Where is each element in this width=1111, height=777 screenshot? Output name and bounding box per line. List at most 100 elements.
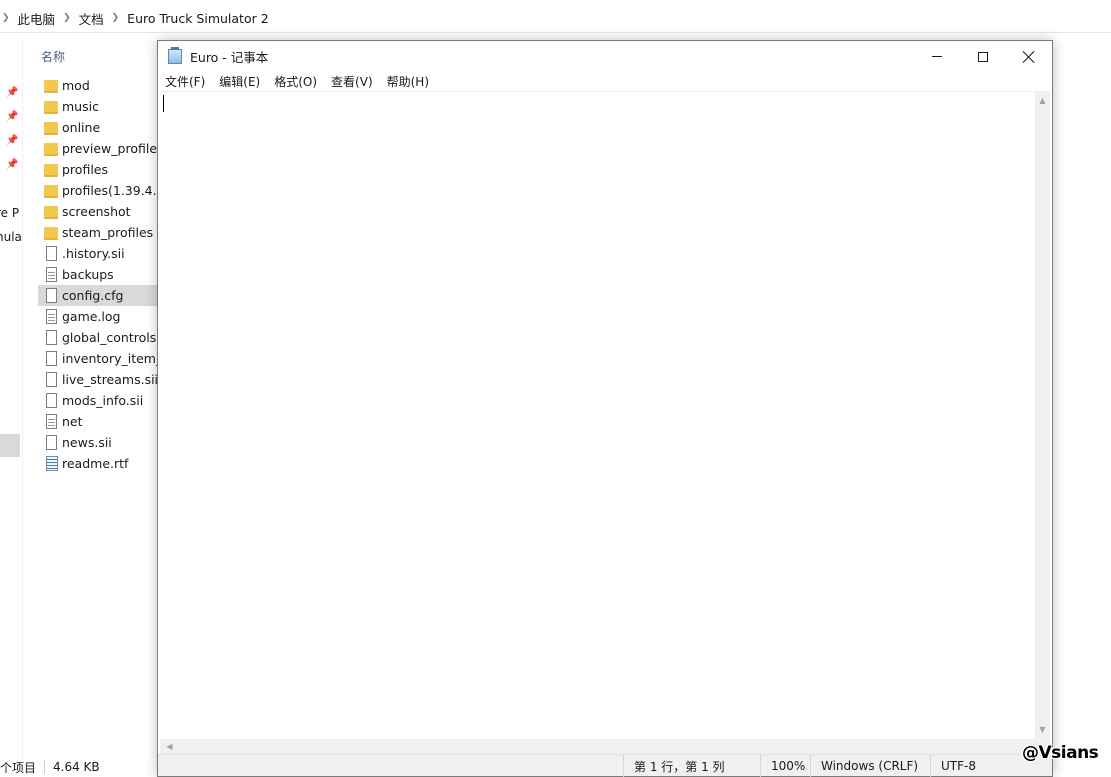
file-name: .history.sii — [62, 246, 125, 261]
file-name: net — [62, 414, 83, 429]
file-list-item[interactable]: backups — [38, 264, 168, 285]
file-list-item[interactable]: steam_profiles — [38, 222, 168, 243]
nav-item-truncated[interactable]: re P — [0, 206, 19, 220]
scroll-down-icon[interactable]: ▼ — [1035, 722, 1050, 737]
file-list-item[interactable]: news.sii — [38, 432, 168, 453]
file-icon — [46, 372, 57, 387]
file-list-item[interactable]: live_streams.sii — [38, 369, 168, 390]
line-ending-text: Windows (CRLF) — [821, 759, 919, 773]
file-list-item[interactable]: online — [38, 117, 168, 138]
chevron-right-icon[interactable]: ❯ — [63, 13, 71, 23]
notepad-icon[interactable] — [168, 47, 182, 64]
breadcrumb-this-pc[interactable]: 此电脑 — [18, 9, 56, 28]
file-icon — [46, 267, 57, 282]
menu-help[interactable]: 帮助(H) — [387, 73, 429, 90]
close-button[interactable] — [1006, 41, 1052, 72]
file-icon — [46, 288, 57, 303]
file-name: config.cfg — [62, 288, 124, 303]
window-controls — [914, 41, 1052, 72]
maximize-icon — [978, 51, 988, 62]
notepad-window: Euro - 记事本 文件(F) 编辑(E) 格式(O) 查看(V) 帮助(H)… — [157, 40, 1053, 777]
address-bar[interactable]: ❯ 此电脑 ❯ 文档 ❯ Euro Truck Simulator 2 — [0, 4, 1111, 33]
folder-icon — [44, 79, 58, 93]
menu-view[interactable]: 查看(V) — [331, 73, 373, 90]
minimize-icon — [932, 56, 942, 57]
file-list-item[interactable]: music — [38, 96, 168, 117]
chevron-right-icon[interactable]: ❯ — [112, 13, 120, 23]
vertical-scrollbar[interactable]: ▲ ▼ — [1035, 91, 1050, 739]
nav-item-selected[interactable] — [0, 434, 20, 457]
file-list-item[interactable]: readme.rtf — [38, 453, 168, 474]
file-list-item[interactable]: profiles(1.39.4.17 — [38, 180, 168, 201]
file-list-item[interactable]: mod — [38, 75, 168, 96]
text-caret — [163, 95, 164, 112]
pin-icon: 📌 — [6, 87, 19, 98]
file-name: game.log — [62, 309, 121, 324]
status-divider — [44, 760, 46, 774]
notepad-status-bar: 第 1 行，第 1 列 100% Windows (CRLF) UTF-8 — [158, 754, 1052, 777]
encoding-text: UTF-8 — [941, 759, 976, 773]
maximize-button[interactable] — [960, 41, 1006, 72]
breadcrumb-documents[interactable]: 文档 — [79, 9, 104, 28]
line-ending: Windows (CRLF) — [810, 755, 929, 777]
text-editor[interactable] — [160, 91, 1036, 739]
folder-icon — [44, 142, 58, 156]
file-name: music — [62, 99, 99, 114]
horizontal-scrollbar[interactable]: ◀ — [160, 739, 1036, 754]
menu-bar: 文件(F) 编辑(E) 格式(O) 查看(V) 帮助(H) — [158, 72, 1052, 91]
file-list-item[interactable]: profiles — [38, 159, 168, 180]
folder-icon — [44, 184, 58, 198]
file-list-item[interactable]: .history.sii — [38, 243, 168, 264]
file-list-item[interactable]: game.log — [38, 306, 168, 327]
file-icon — [46, 330, 57, 345]
file-name: profiles(1.39.4.17 — [62, 183, 168, 198]
file-list-item[interactable]: config.cfg — [38, 285, 168, 306]
pin-icon: 📌 — [6, 135, 19, 146]
file-name: readme.rtf — [62, 456, 129, 471]
menu-edit[interactable]: 编辑(E) — [219, 73, 260, 90]
minimize-button[interactable] — [914, 41, 960, 72]
folder-icon — [44, 226, 58, 240]
file-icon — [46, 393, 57, 408]
nav-item-truncated[interactable]: nula — [0, 230, 22, 244]
file-name: mods_info.sii — [62, 393, 144, 408]
file-list-item[interactable]: screenshot — [38, 201, 168, 222]
chevron-right-icon[interactable]: ❯ — [2, 13, 10, 23]
folder-icon — [44, 205, 58, 219]
file-icon — [46, 435, 57, 450]
column-header-name[interactable]: 名称 — [41, 48, 65, 65]
close-icon — [1023, 51, 1035, 63]
zoom-level-text: 100% — [771, 759, 806, 773]
file-list: mod music online preview_profiles profiles pr… — [38, 75, 168, 474]
file-list-item[interactable]: inventory_item_d — [38, 348, 168, 369]
file-name: online — [62, 120, 101, 135]
file-icon — [46, 309, 57, 324]
file-icon — [46, 414, 57, 429]
scroll-left-icon[interactable]: ◀ — [162, 739, 177, 754]
scroll-up-icon[interactable]: ▲ — [1035, 93, 1050, 108]
file-name: backups — [62, 267, 114, 282]
pin-icon: 📌 — [6, 111, 19, 122]
file-name: screenshot — [62, 204, 131, 219]
title-bar[interactable]: Euro - 记事本 — [158, 41, 1052, 72]
breadcrumb-current-folder[interactable]: Euro Truck Simulator 2 — [127, 11, 269, 26]
selection-size: 4.64 KB — [53, 760, 100, 774]
menu-file[interactable]: 文件(F) — [165, 73, 205, 90]
rtf-document-icon — [46, 456, 58, 471]
menu-format[interactable]: 格式(O) — [274, 73, 317, 90]
navigation-pane: 📌 📌 📌 📌 re P nula — [0, 40, 23, 760]
folder-icon — [44, 121, 58, 135]
file-list-item[interactable]: global_controls.s — [38, 327, 168, 348]
file-name: steam_profiles — [62, 225, 154, 240]
cursor-position-text: 第 1 行，第 1 列 — [634, 759, 725, 774]
file-icon — [46, 351, 57, 366]
file-list-item[interactable]: preview_profiles — [38, 138, 168, 159]
file-list-item[interactable]: net — [38, 411, 168, 432]
file-name: inventory_item_d — [62, 351, 168, 366]
file-name: live_streams.sii — [62, 372, 159, 387]
watermark-text: @Vsians — [1022, 743, 1099, 763]
file-list-item[interactable]: mods_info.sii — [38, 390, 168, 411]
file-icon — [46, 246, 57, 261]
cursor-position: 第 1 行，第 1 列 — [623, 755, 777, 777]
pin-icon: 📌 — [6, 159, 19, 170]
